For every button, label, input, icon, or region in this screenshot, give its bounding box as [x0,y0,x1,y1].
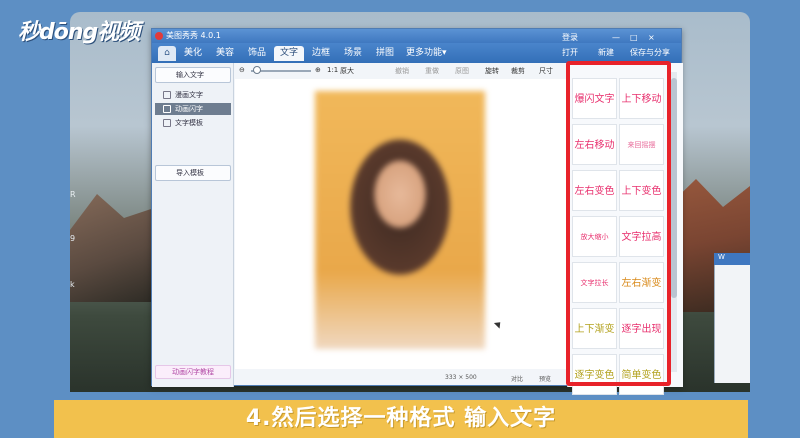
text-template-icon [163,119,171,127]
tab-collage[interactable]: 拼图 [370,46,400,61]
compare-button[interactable]: 对比 [511,374,523,383]
effects-scroll-thumb[interactable] [671,78,677,298]
status-bar: 333 × 500 对比 预览 [235,369,567,387]
tab-text[interactable]: 文字 [274,46,305,61]
image-canvas[interactable] [235,79,567,369]
caption-text: 4.然后选择一种格式 输入文字 [245,406,557,431]
sidebar-item-animated-text[interactable]: 动画闪字 [155,103,231,115]
tab-scene[interactable]: 场景 [338,46,368,61]
highlight-box [566,61,671,386]
rotate-button[interactable]: 旋转 [485,66,499,76]
input-text-label: 输入文字 [176,71,204,79]
image-toolbar: ⊖ ⊕ 1:1 原大 撤销 重做 原图 旋转 裁剪 尺寸 [235,63,567,79]
redo-button[interactable]: 重做 [425,66,439,76]
image-dimensions: 333 × 500 [445,374,477,381]
original-image-button[interactable]: 原图 [455,66,469,76]
sidebar-item-label: 动画闪字 [175,105,203,113]
sidebar-item-label: 文字模板 [175,119,203,127]
tab-beauty[interactable]: 美容 [210,46,240,61]
zoom-slider-handle[interactable] [253,66,261,74]
background-window [714,253,750,383]
sidebar-item-label: 漫画文字 [175,91,203,99]
tab-border[interactable]: 边框 [306,46,336,61]
open-button[interactable]: 打开 [562,47,578,58]
crop-button[interactable]: 裁剪 [511,66,525,76]
comic-text-icon [163,91,171,99]
main-tab-bar: ⌂ 美化 美容 饰品 文字 边框 场景 拼图 更多功能▾ 打开 新建 保存与分享 [152,43,681,63]
new-button[interactable]: 新建 [598,47,614,58]
resize-button[interactable]: 尺寸 [539,66,553,76]
app-title: 美图秀秀 4.0.1 [166,31,221,40]
animated-text-tutorial-link[interactable]: 动画闪字教程 [155,365,231,379]
tab-home[interactable]: ⌂ [158,46,176,61]
brand-logo: 秒dōng视频 [18,20,140,45]
portrait-photo[interactable] [315,91,485,349]
animated-text-icon [163,105,171,113]
background-window-title: W [714,253,750,265]
text-tools-panel: 输入文字 漫画文字 动画闪字 文字模板 导入模板 动画闪字教程 [152,63,234,387]
sidebar-item-text-template[interactable]: 文字模板 [155,117,231,129]
effects-scrollbar[interactable] [671,72,677,372]
save-share-button[interactable]: 保存与分享 [630,47,670,58]
preview-button[interactable]: 预览 [539,374,551,383]
import-template-button[interactable]: 导入模板 [155,165,231,181]
zoom-ratio[interactable]: 1:1 [327,66,338,74]
sidebar-item-comic-text[interactable]: 漫画文字 [155,89,231,101]
undo-button[interactable]: 撤销 [395,66,409,76]
desktop-wallpaper-mountain-left [70,194,160,302]
import-template-label: 导入模板 [176,169,204,177]
desktop-label: R [70,190,76,199]
tab-accessories[interactable]: 饰品 [242,46,272,61]
desktop-label: k [70,280,75,289]
app-titlebar: 美图秀秀 4.0.1 登录 — □ × [152,29,681,43]
desktop-label: 9 [70,234,76,243]
original-size-button[interactable]: 原大 [340,66,354,76]
zoom-in-icon[interactable]: ⊕ [315,66,321,74]
tab-more[interactable]: 更多功能▾ [400,46,453,61]
input-text-button[interactable]: 输入文字 [155,67,231,83]
zoom-out-icon[interactable]: ⊖ [239,66,245,74]
app-logo-icon [155,32,163,40]
tab-beautify[interactable]: 美化 [178,46,208,61]
